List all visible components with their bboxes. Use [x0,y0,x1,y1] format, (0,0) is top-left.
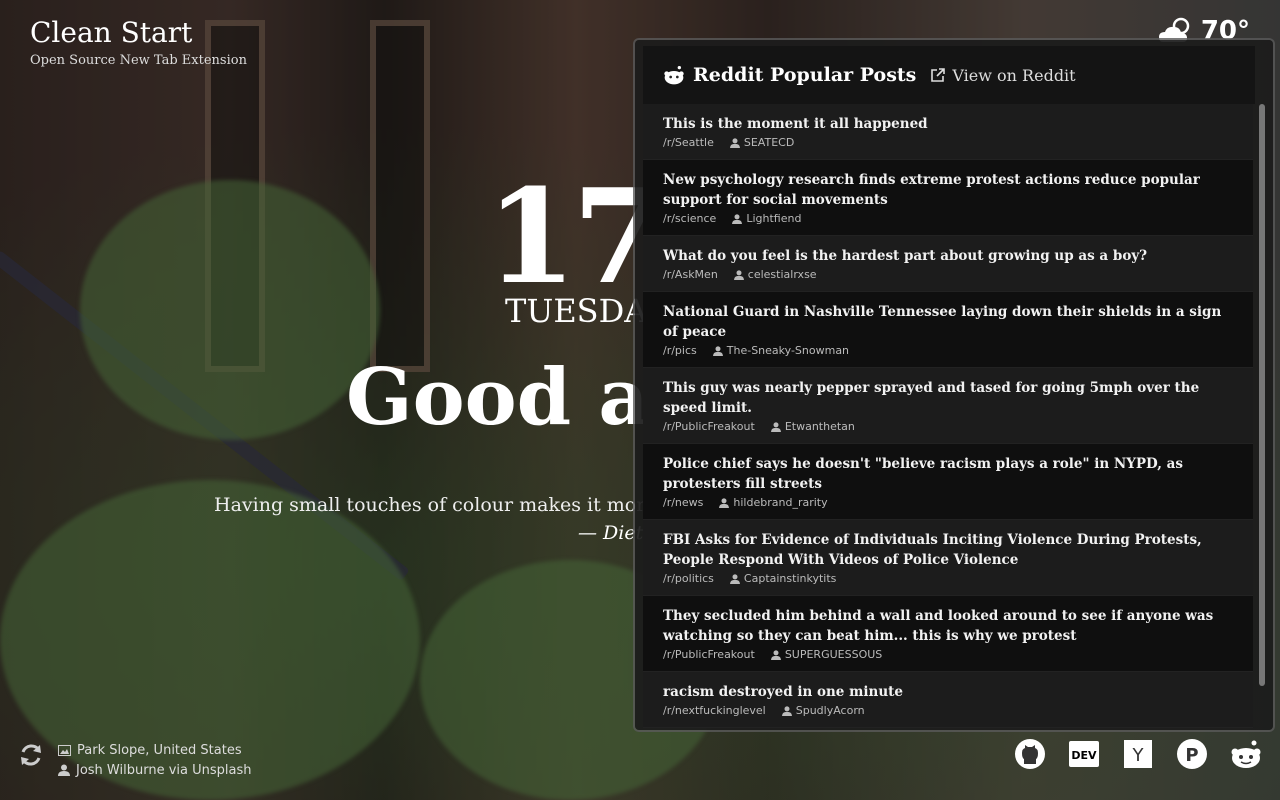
post-author-name: Lightfiend [746,212,802,225]
user-icon [770,421,781,432]
view-on-reddit-text: View on Reddit [952,65,1076,85]
reddit-panel: Reddit Popular Posts View on Reddit This… [635,40,1273,730]
image-icon [58,744,71,756]
post-author[interactable]: The-Sneaky-Snowman [712,344,850,357]
post-meta: /r/AskMen celestialrxse [663,268,1233,281]
post-meta: /r/PublicFreakout Etwanthetan [663,420,1233,433]
user-icon [770,649,781,660]
user-icon [712,345,723,356]
post-author[interactable]: SpudlyAcorn [781,704,865,717]
github-icon[interactable] [1014,738,1046,770]
post-author-name: The-Sneaky-Snowman [726,344,850,357]
user-icon [733,269,744,280]
post-author[interactable]: SUPERGUESSOUS [770,648,883,661]
post-author[interactable]: Etwanthetan [770,420,855,433]
post-meta: /r/PublicFreakout SUPERGUESSOUS [663,648,1233,661]
post-meta: /r/politics Captainstinkytits [663,572,1233,585]
post-subreddit[interactable]: /r/AskMen [663,268,718,281]
refresh-icon[interactable] [18,742,44,768]
post-title[interactable]: This guy was nearly pepper sprayed and t… [663,378,1233,418]
reddit-post[interactable]: What do you feel is the hardest part abo… [643,236,1253,292]
reddit-post[interactable]: racism destroyed in one minute/r/nextfuc… [643,672,1253,728]
scrollbar[interactable] [1259,104,1265,686]
reddit-post[interactable]: Police chief says he doesn't "believe ra… [643,444,1253,520]
post-subreddit[interactable]: /r/science [663,212,716,225]
post-subreddit[interactable]: /r/nextfuckinglevel [663,704,766,717]
post-author-name: Etwanthetan [784,420,855,433]
reddit-post[interactable]: New psychology research finds extreme pr… [643,160,1253,236]
post-title[interactable]: Police chief says he doesn't "believe ra… [663,454,1233,494]
post-title[interactable]: FBI Asks for Evidence of Individuals Inc… [663,530,1233,570]
post-subreddit[interactable]: /r/pics [663,344,697,357]
reddit-post[interactable]: FBI Asks for Evidence of Individuals Inc… [643,520,1253,596]
post-title[interactable]: They secluded him behind a wall and look… [663,606,1233,646]
reddit-icon[interactable] [1230,738,1262,770]
reddit-panel-header: Reddit Popular Posts View on Reddit [643,46,1255,104]
user-icon [58,764,70,776]
photo-credit-area: Park Slope, United States Josh Wilburne … [18,740,251,780]
post-title[interactable]: National Guard in Nashville Tennessee la… [663,302,1233,342]
post-author[interactable]: Lightfiend [732,212,801,225]
post-title[interactable]: racism destroyed in one minute [663,682,1233,702]
reddit-panel-title: Reddit Popular Posts [663,64,916,86]
external-link-icon [931,68,946,82]
post-subreddit[interactable]: /r/PublicFreakout [663,420,755,433]
user-icon [719,497,730,508]
greeting: Good af [346,352,683,443]
post-subreddit[interactable]: /r/news [663,496,703,509]
photo-location[interactable]: Park Slope, United States [58,740,251,760]
post-author-name: SpudlyAcorn [795,704,865,717]
post-author-name: SEATECD [743,136,795,149]
user-icon [729,137,740,148]
post-author-name: hildebrand_rarity [733,496,828,509]
post-meta: /r/Seattle SEATECD [663,136,1233,149]
user-icon [729,573,740,584]
brand: Clean Start Open Source New Tab Extensio… [30,16,247,68]
post-author[interactable]: celestialrxse [733,268,817,281]
post-author-name: Captainstinkytits [743,572,837,585]
post-meta: /r/nextfuckinglevel SpudlyAcorn [663,704,1233,717]
reddit-post[interactable]: They secluded him behind a wall and look… [643,596,1253,672]
post-title[interactable]: What do you feel is the hardest part abo… [663,246,1233,266]
post-title[interactable]: This is the moment it all happened [663,114,1233,134]
user-icon [732,213,743,224]
post-author[interactable]: SEATECD [729,136,795,149]
hacker-news-icon[interactable]: Y [1122,738,1154,770]
reddit-panel-title-text: Reddit Popular Posts [693,64,917,86]
post-title[interactable]: New psychology research finds extreme pr… [663,170,1233,210]
photo-location-text: Park Slope, United States [77,742,242,758]
svg-text:Y: Y [1132,745,1145,766]
product-hunt-icon[interactable]: P [1176,738,1208,770]
svg-text:P: P [1185,745,1198,766]
post-meta: /r/science Lightfiend [663,212,1233,225]
post-author-name: SUPERGUESSOUS [784,648,883,661]
brand-subtitle: Open Source New Tab Extension [30,53,247,68]
post-subreddit[interactable]: /r/politics [663,572,714,585]
site-shortcuts: DEV Y P [1014,738,1262,770]
dev-icon[interactable]: DEV [1068,738,1100,770]
post-subreddit[interactable]: /r/PublicFreakout [663,648,755,661]
reddit-icon [664,66,684,85]
reddit-post[interactable]: This guy was nearly pepper sprayed and t… [643,368,1253,444]
post-subreddit[interactable]: /r/Seattle [663,136,714,149]
photo-credit: Park Slope, United States Josh Wilburne … [58,740,251,780]
view-on-reddit-link[interactable]: View on Reddit [930,65,1076,85]
user-icon [781,705,792,716]
svg-text:DEV: DEV [1071,749,1097,762]
background-foliage [80,180,380,440]
reddit-post[interactable]: National Guard in Nashville Tennessee la… [643,292,1253,368]
photo-author[interactable]: Josh Wilburne via Unsplash [58,760,251,780]
post-author[interactable]: hildebrand_rarity [719,496,828,509]
post-meta: /r/pics The-Sneaky-Snowman [663,344,1233,357]
post-meta: /r/news hildebrand_rarity [663,496,1233,509]
post-author-name: celestialrxse [747,268,817,281]
reddit-post-list: This is the moment it all happened/r/Sea… [643,104,1253,730]
brand-title: Clean Start [30,16,193,49]
post-author[interactable]: Captainstinkytits [729,572,837,585]
reddit-post[interactable]: This is the moment it all happened/r/Sea… [643,104,1253,160]
photo-author-text: Josh Wilburne via Unsplash [76,762,252,778]
quote-text: Having small touches of colour makes it … [214,494,674,516]
